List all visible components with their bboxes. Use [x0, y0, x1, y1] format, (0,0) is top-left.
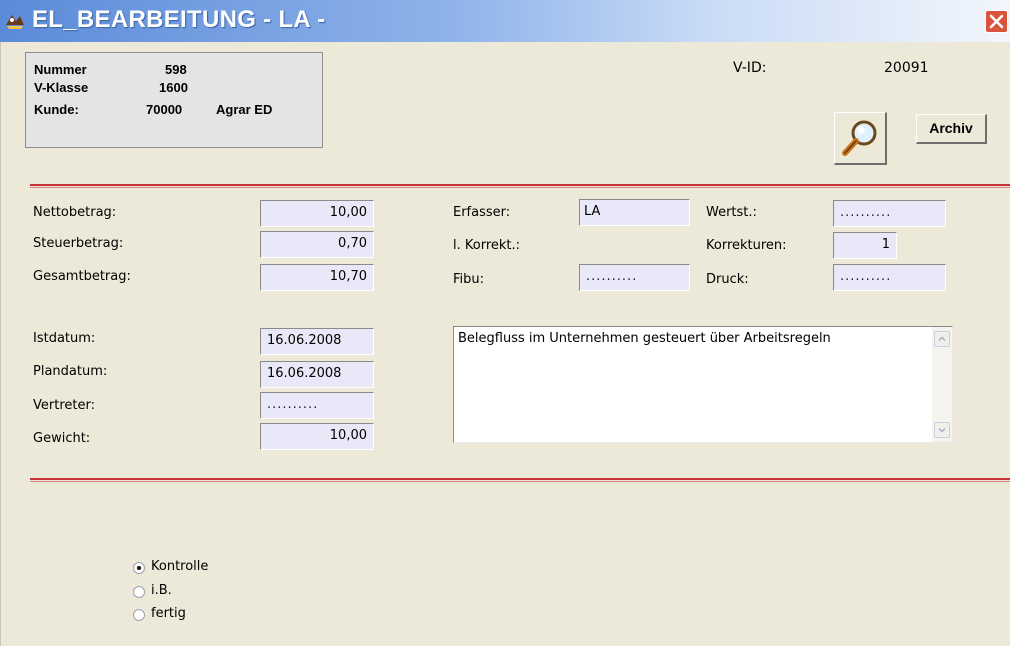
kunde-value: 70000 [146, 102, 183, 117]
chevron-up-icon [938, 336, 946, 342]
radio-label-kontrolle: Kontrolle [151, 559, 209, 574]
steuer-field[interactable]: 0,70 [260, 231, 374, 258]
netto-label: Nettobetrag: [33, 205, 117, 220]
fibu-label: Fibu: [453, 272, 485, 287]
steuer-label: Steuerbetrag: [33, 236, 124, 251]
vertreter-label: Vertreter: [33, 398, 95, 413]
gewicht-label: Gewicht: [33, 431, 91, 446]
separator-bottom [30, 478, 1010, 482]
gesamt-field[interactable]: 10,70 [260, 264, 374, 291]
fibu-field[interactable]: .......... [579, 264, 690, 291]
radio-label-ib: i.B. [151, 583, 172, 598]
radio-label-fertig: fertig [151, 606, 186, 621]
gewicht-field[interactable]: 10,00 [260, 423, 374, 450]
chevron-down-icon [938, 427, 946, 433]
erfasser-field[interactable]: LA [579, 199, 690, 226]
document-info-box: Nummer 598 V-Klasse 1600 Kunde: 70000 Ag… [25, 52, 323, 148]
window: EL_BEARBEITUNG - LA - Nummer 598 V-Klass… [0, 0, 1010, 646]
korrekturen-label: Korrekturen: [706, 238, 787, 253]
korrekt-label: l. Korrekt.: [453, 238, 521, 253]
window-left-border [0, 42, 6, 646]
plandatum-field[interactable]: 16.06.2008 [260, 361, 374, 388]
title-bar[interactable]: EL_BEARBEITUNG - LA - [0, 0, 1010, 42]
scroll-up-button[interactable] [934, 331, 950, 347]
vklasse-label: V-Klasse [34, 80, 89, 95]
vertreter-field[interactable]: .......... [260, 392, 374, 419]
netto-field[interactable]: 10,00 [260, 200, 374, 227]
archiv-button-label: Archiv [929, 120, 973, 136]
istdatum-label: Istdatum: [33, 331, 96, 346]
archiv-button[interactable]: Archiv [916, 114, 987, 144]
close-icon [989, 14, 1004, 29]
separator-top [30, 184, 1010, 188]
druck-label: Druck: [706, 272, 749, 287]
kunde-label: Kunde: [34, 102, 79, 117]
radio-button-ib[interactable] [133, 586, 145, 598]
close-button[interactable] [985, 10, 1008, 33]
istdatum-field[interactable]: 16.06.2008 [260, 328, 374, 355]
gesamt-label: Gesamtbetrag: [33, 269, 131, 284]
wertst-field[interactable]: .......... [833, 200, 946, 227]
erfasser-label: Erfasser: [453, 205, 511, 220]
radio-button-kontrolle[interactable] [133, 562, 145, 574]
korrekturen-field[interactable]: 1 [833, 232, 897, 259]
memo-text: Belegfluss im Unternehmen gesteuert über… [458, 331, 831, 346]
search-icon [842, 120, 877, 156]
vklasse-value: 1600 [159, 80, 188, 95]
radio-selected-dot [137, 566, 141, 570]
scroll-down-button[interactable] [934, 422, 950, 438]
memo-scrollbar[interactable] [932, 327, 952, 442]
kunde-name: Agrar ED [216, 102, 273, 117]
vid-value: 20091 [884, 60, 929, 76]
search-button[interactable] [834, 112, 887, 165]
wertst-label: Wertst.: [706, 205, 757, 220]
radio-button-fertig[interactable] [133, 609, 145, 621]
memo-textarea[interactable]: Belegfluss im Unternehmen gesteuert über… [453, 326, 953, 443]
vid-label: V-ID: [733, 60, 767, 76]
plandatum-label: Plandatum: [33, 364, 108, 379]
window-title: EL_BEARBEITUNG - LA - [32, 6, 326, 33]
druck-field[interactable]: .......... [833, 264, 946, 291]
app-icon [6, 15, 24, 29]
nummer-value: 598 [165, 62, 187, 77]
nummer-label: Nummer [34, 62, 87, 77]
